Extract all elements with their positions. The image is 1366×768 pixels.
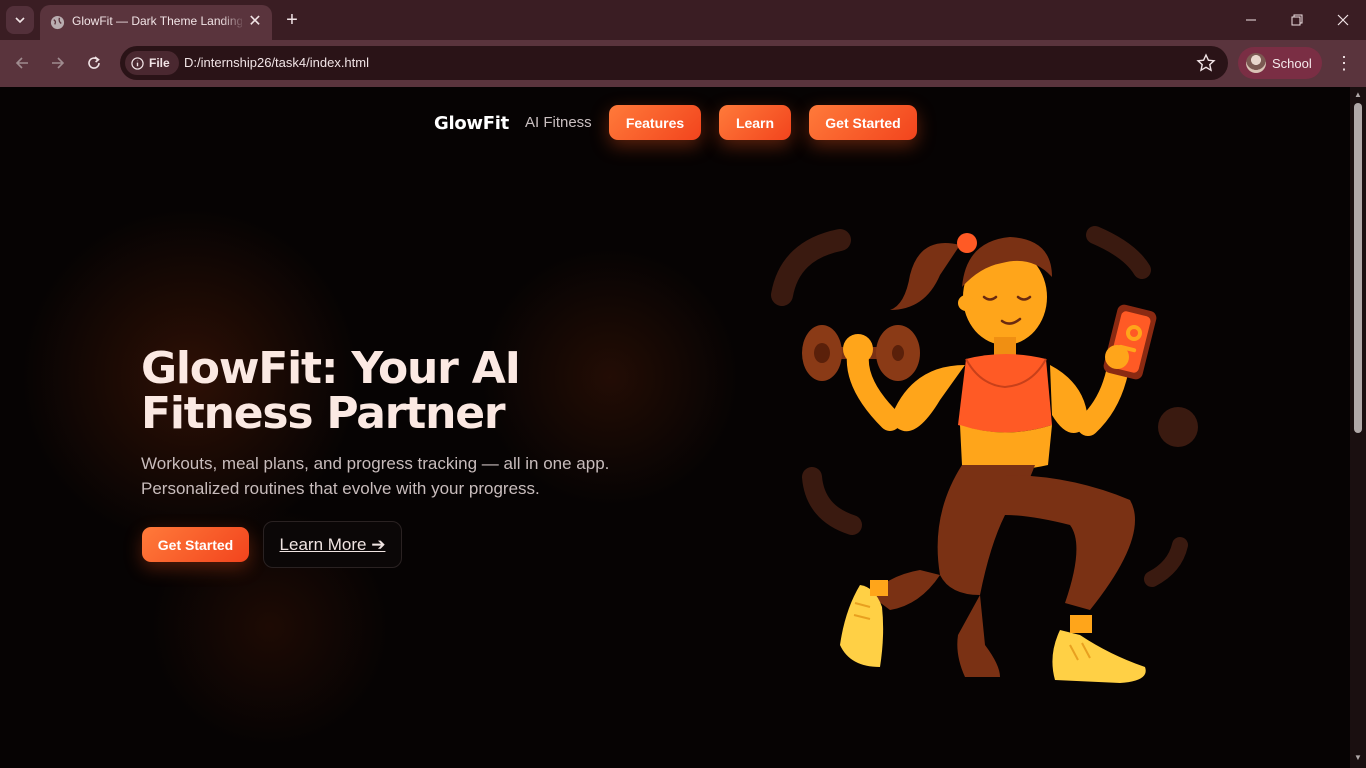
forward-button[interactable] bbox=[45, 50, 71, 76]
nav-features-button[interactable]: Features bbox=[609, 105, 701, 140]
address-bar[interactable]: File D:/internship26/task4/index.html bbox=[120, 46, 1228, 80]
browser-tab-bar: GlowFit — Dark Theme Landing ✕ + bbox=[0, 0, 1366, 40]
fitness-woman-illustration bbox=[771, 226, 1198, 683]
tab-close-button[interactable]: ✕ bbox=[246, 13, 264, 31]
site-info-chip[interactable]: File bbox=[125, 51, 179, 75]
scroll-thumb[interactable] bbox=[1354, 103, 1362, 433]
tab-title-fade bbox=[220, 11, 246, 33]
reload-button[interactable] bbox=[81, 50, 107, 76]
tab-search-button[interactable] bbox=[6, 6, 34, 34]
brand-tagline: AI Fitness bbox=[525, 114, 592, 131]
nav-get-started-button[interactable]: Get Started bbox=[809, 105, 917, 140]
profile-button[interactable]: School bbox=[1238, 47, 1322, 79]
hero-title: GlowFit: Your AI Fitness Partner bbox=[141, 343, 521, 439]
browser-menu-button[interactable]: ⋮ bbox=[1334, 50, 1354, 76]
learn-more-button[interactable]: Learn More ➔ bbox=[263, 521, 402, 568]
close-window-button[interactable] bbox=[1320, 0, 1366, 40]
new-tab-button[interactable]: + bbox=[282, 10, 302, 30]
get-started-button[interactable]: Get Started bbox=[142, 527, 249, 562]
browser-toolbar: File D:/internship26/task4/index.html Sc… bbox=[0, 40, 1366, 87]
star-icon[interactable] bbox=[1196, 53, 1216, 73]
scroll-up-arrow-icon[interactable]: ▲ bbox=[1353, 90, 1363, 100]
brand-logo[interactable]: GlowFit bbox=[434, 113, 509, 134]
chevron-down-icon bbox=[15, 17, 25, 24]
page-scrollbar[interactable]: ▲ ▼ bbox=[1350, 87, 1366, 768]
scroll-down-arrow-icon[interactable]: ▼ bbox=[1353, 753, 1363, 763]
back-button[interactable] bbox=[9, 50, 35, 76]
forward-arrow-icon bbox=[52, 57, 65, 69]
hero-subtitle: Workouts, meal plans, and progress track… bbox=[141, 454, 610, 498]
site-info-label: File bbox=[149, 56, 170, 70]
reload-icon bbox=[88, 56, 100, 69]
back-arrow-icon bbox=[15, 57, 28, 69]
tab-title: GlowFit — Dark Theme Landing bbox=[72, 14, 242, 28]
globe-icon bbox=[50, 15, 65, 30]
site-nav: GlowFit AI Fitness Features Learn Get St… bbox=[0, 105, 1350, 141]
page-viewport: GlowFit AI Fitness Features Learn Get St… bbox=[0, 87, 1350, 768]
close-window-icon bbox=[1337, 14, 1349, 26]
info-icon bbox=[131, 56, 144, 70]
restore-button[interactable] bbox=[1274, 0, 1320, 40]
nav-learn-button[interactable]: Learn bbox=[719, 105, 791, 140]
restore-icon bbox=[1291, 14, 1303, 26]
profile-name: School bbox=[1272, 55, 1312, 71]
avatar bbox=[1246, 53, 1266, 73]
browser-tab[interactable]: GlowFit — Dark Theme Landing ✕ bbox=[40, 5, 272, 40]
url-text[interactable]: D:/internship26/task4/index.html bbox=[184, 55, 369, 70]
minimize-icon bbox=[1246, 19, 1256, 21]
minimize-button[interactable] bbox=[1228, 0, 1274, 40]
